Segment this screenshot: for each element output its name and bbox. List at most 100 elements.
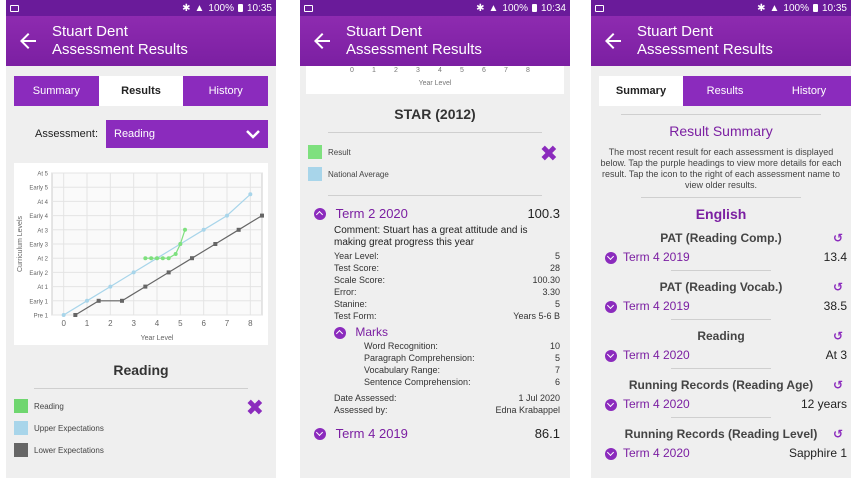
app-bar: Stuart Dent Assessment Results	[300, 16, 570, 66]
axis-label: Year Level	[418, 80, 452, 87]
tab-summary[interactable]: Summary	[599, 76, 683, 106]
legend-swatch	[308, 167, 322, 181]
x-tick-label: 5	[178, 319, 183, 328]
date-value: 1 Jul 2020	[518, 393, 560, 403]
marks-header[interactable]: Marks	[334, 325, 560, 339]
tab-bar: Summary Results History	[14, 76, 269, 106]
legend-block: Result National Average ✖	[308, 141, 570, 185]
history-icon[interactable]: ↺	[833, 427, 843, 441]
field-label: Scale Score:	[334, 275, 386, 285]
battery-icon	[237, 4, 243, 12]
field-value: 100.30	[532, 275, 560, 285]
back-button[interactable]	[306, 25, 338, 57]
battery-percent: 100%	[502, 2, 528, 14]
result-entry: Term 2 2020 100.3 Comment: Stuart has a …	[300, 204, 570, 442]
tab-results[interactable]: Results	[683, 76, 767, 106]
result-value: 12 years	[800, 397, 847, 411]
legend-label: Upper Expectations	[34, 423, 104, 433]
data-point	[143, 256, 148, 261]
entry-details: Comment: Stuart has a great attitude and…	[314, 225, 560, 416]
tab-history[interactable]: History	[183, 76, 269, 106]
y-tick-label: Early 2	[29, 271, 48, 277]
result-term: Term 4 2019	[623, 250, 690, 264]
result-value: 13.4	[823, 250, 847, 264]
x-tick-label: 6	[482, 67, 486, 74]
status-right: ✱ ▲ 100% 10:34	[476, 3, 566, 14]
close-icon[interactable]: ✖	[246, 397, 264, 419]
result-term-group: Term 4 2020	[605, 397, 690, 411]
tab-results[interactable]: Results	[98, 76, 184, 106]
entry-score: 100.3	[527, 205, 560, 221]
assessment-name: PAT (Reading Vocab.)	[659, 280, 783, 294]
chevron-down-icon	[246, 130, 260, 139]
data-point	[173, 251, 178, 256]
data-point	[213, 242, 218, 246]
tab-history[interactable]: History	[767, 76, 851, 106]
screen-summary: ✱ ▲ 100% 10:35 Stuart Dent Assessment Re…	[591, 0, 851, 478]
data-point	[190, 256, 194, 261]
result-term-group: Term 4 2019	[605, 299, 690, 313]
assessment-label: Assessment:	[35, 128, 98, 140]
history-icon[interactable]: ↺	[833, 378, 843, 392]
chart-axis-strip: 0 1 2 3 4 5 6 7 8 Year Level	[306, 66, 564, 94]
assessment-result-row[interactable]: Term 4 2019 13.4	[591, 248, 851, 266]
app-subtitle: Assessment Results	[346, 41, 482, 58]
axis-ticks: 0 1 2 3 4 5 6 7 8	[306, 66, 564, 78]
assessment-select[interactable]: Reading	[106, 120, 268, 148]
assessment-result-row[interactable]: Term 4 2020 12 years	[591, 395, 851, 413]
y-axis-label: Curriculum Levels	[17, 215, 24, 272]
field-label: Test Form:	[334, 311, 377, 321]
back-button[interactable]	[597, 25, 629, 57]
x-tick-label: 3	[416, 67, 420, 74]
field-label: Year Level:	[334, 251, 379, 261]
assessment-result-row[interactable]: Term 4 2020 At 3	[591, 346, 851, 364]
data-point	[131, 270, 136, 275]
clock: 10:35	[821, 2, 847, 14]
legend-item-reading: Reading	[14, 395, 268, 417]
chevron-up-icon	[334, 326, 346, 339]
signal-icon: ▲	[194, 2, 205, 14]
tab-summary[interactable]: Summary	[14, 76, 99, 106]
signal-icon: ▲	[488, 2, 499, 14]
divider	[671, 368, 771, 369]
back-button[interactable]	[12, 25, 44, 57]
mark-value: 7	[554, 365, 560, 375]
chevron-down-icon	[605, 447, 617, 460]
field-label: Stanine:	[334, 299, 368, 309]
data-point	[73, 313, 78, 317]
field-value: 3.30	[542, 287, 560, 297]
assessment-item: PAT (Reading Comp.) ↺ Term 4 2019 13.4	[591, 230, 851, 271]
assessment-result-row[interactable]: Term 4 2019 38.5	[591, 297, 851, 315]
history-icon[interactable]: ↺	[833, 329, 843, 343]
result-term: Term 4 2019	[623, 299, 690, 313]
data-point	[120, 298, 124, 303]
assessment-heading[interactable]: Running Records (Reading Age) ↺	[591, 377, 851, 393]
field-label: Test Score:	[334, 263, 380, 273]
summary-title: Result Summary	[669, 123, 773, 139]
entry-header[interactable]: Term 2 2020 100.3	[314, 204, 560, 222]
section-title: STAR (2012)	[394, 106, 476, 122]
assessment-result-row[interactable]: Term 4 2020 Sapphire 1	[591, 444, 851, 462]
date-label: Date Assessed:	[334, 393, 397, 403]
close-icon[interactable]: ✖	[540, 143, 558, 165]
student-name: Stuart Dent	[346, 23, 422, 40]
x-tick-label: 1	[85, 319, 90, 328]
legend-item-lower: Lower Expectations	[14, 439, 268, 461]
assessment-heading[interactable]: PAT (Reading Comp.) ↺	[591, 230, 851, 246]
assessor-value: Edna Krabappel	[495, 405, 560, 415]
assessment-heading[interactable]: PAT (Reading Vocab.) ↺	[591, 279, 851, 295]
assessment-heading[interactable]: Reading ↺	[591, 328, 851, 344]
chevron-down-icon	[605, 349, 617, 362]
assessment-heading[interactable]: Running Records (Reading Level) ↺	[591, 426, 851, 442]
status-bar: ✱ ▲ 100% 10:34	[300, 0, 570, 16]
result-value: Sapphire 1	[788, 446, 847, 460]
assessment-name: PAT (Reading Comp.)	[660, 231, 782, 245]
entry-header-collapsed[interactable]: Term 4 2019 86.1	[314, 424, 560, 442]
history-icon[interactable]: ↺	[833, 280, 843, 294]
back-arrow-icon	[605, 33, 621, 49]
gallery-icon	[595, 4, 604, 12]
legend-label: Reading	[34, 401, 64, 411]
x-tick-label: 4	[438, 67, 442, 74]
assessment-name: Running Records (Reading Age)	[628, 378, 814, 392]
history-icon[interactable]: ↺	[833, 231, 843, 245]
